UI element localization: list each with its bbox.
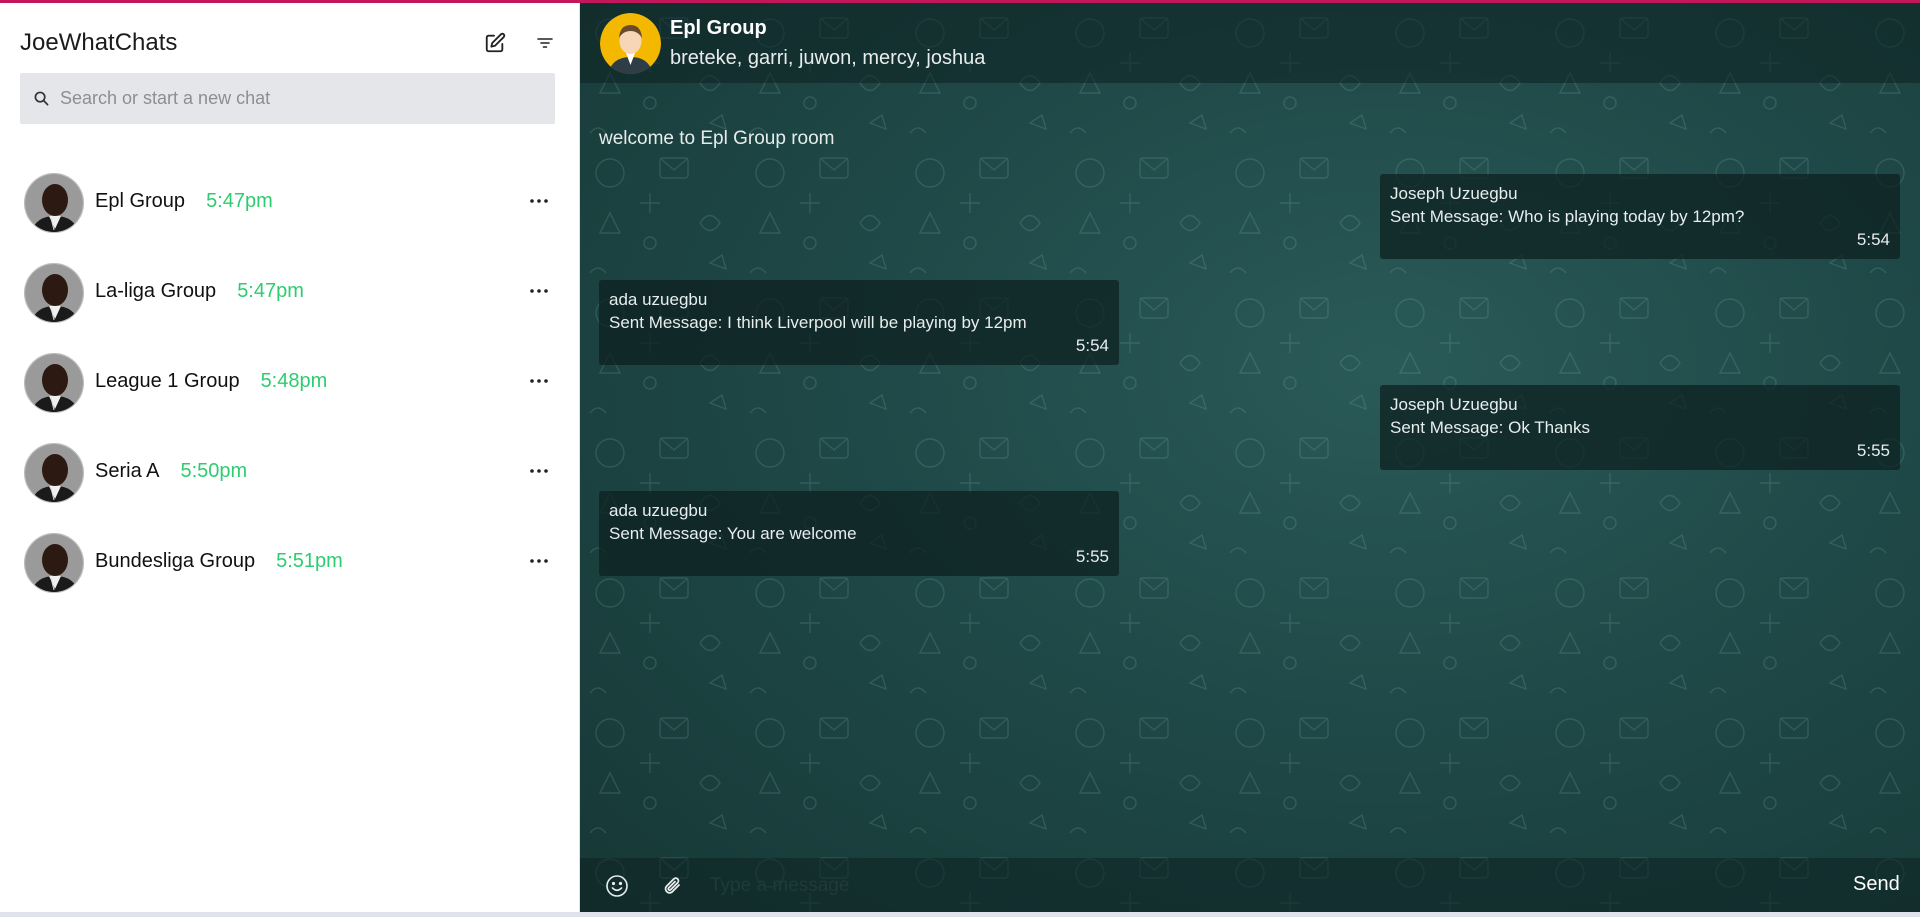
- chat-time: 5:51pm: [276, 550, 343, 572]
- more-options-icon[interactable]: [526, 281, 552, 301]
- sidebar: JoeWhatChats Search or start a new chat …: [0, 3, 580, 912]
- message-sender: Joseph Uzuegbu: [1390, 395, 1518, 414]
- more-options-icon[interactable]: [526, 551, 552, 571]
- more-options-icon[interactable]: [526, 461, 552, 481]
- avatar: [24, 533, 84, 593]
- message-text: Sent Message: You are welcome: [609, 524, 857, 543]
- message-text: Sent Message: Ok Thanks: [1390, 418, 1591, 437]
- message-sender: Joseph Uzuegbu: [1390, 184, 1518, 203]
- message-time: 5:55: [1075, 547, 1109, 566]
- chat-item-seria-a[interactable]: Seria A 5:50pm: [0, 431, 579, 521]
- chat-time: 5:50pm: [180, 460, 248, 482]
- search-bar[interactable]: [20, 73, 555, 124]
- chat-panel: Epl Group breteke, garri, juwon, mercy, …: [580, 3, 1920, 912]
- chat-item-la-liga-group[interactable]: La-liga Group 5:47pm: [0, 251, 579, 341]
- search-icon: [32, 90, 50, 108]
- search-input[interactable]: [60, 88, 540, 109]
- message-sender: ada uzuegbu: [609, 290, 708, 309]
- message-input[interactable]: [710, 872, 1710, 900]
- chat-item-bundesliga-group[interactable]: Bundesliga Group 5:51pm: [0, 521, 579, 611]
- chat-name: Seria A: [95, 460, 160, 482]
- message-time: 5:54: [1075, 336, 1109, 355]
- chat-name: Bundesliga Group: [95, 550, 256, 572]
- avatar: [24, 353, 84, 413]
- chat-name: La-liga Group: [95, 280, 217, 302]
- message-text: Sent Message: Who is playing today by 12…: [1390, 207, 1745, 226]
- app-title: JoeWhatChats: [20, 29, 178, 56]
- send-button[interactable]: Send: [1853, 873, 1900, 896]
- message-composer: Send: [580, 858, 1920, 912]
- edit-icon[interactable]: [481, 29, 509, 57]
- chat-title: Epl Group: [670, 17, 767, 39]
- avatar: [24, 263, 84, 323]
- filter-icon[interactable]: [531, 29, 559, 57]
- chat-item-league-1-group[interactable]: League 1 Group 5:48pm: [0, 341, 579, 431]
- chat-time: 5:48pm: [260, 370, 328, 392]
- attach-icon[interactable]: [663, 875, 683, 897]
- more-options-icon[interactable]: [526, 191, 552, 211]
- message-sender: ada uzuegbu: [609, 501, 708, 520]
- emoji-icon[interactable]: [605, 874, 629, 898]
- message-text: Sent Message: I think Liverpool will be …: [609, 313, 1027, 332]
- bottom-border: [0, 912, 1920, 917]
- chat-name: Epl Group: [95, 190, 186, 212]
- message-bubble: ada uzuegbu Sent Message: You are welcom…: [599, 491, 1119, 576]
- chat-time: 5:47pm: [206, 190, 273, 212]
- group-avatar[interactable]: [600, 13, 661, 74]
- message-time: 5:54: [1856, 230, 1890, 249]
- message-bubble: Joseph Uzuegbu Sent Message: Ok Thanks 5…: [1380, 385, 1900, 470]
- message-bubble: ada uzuegbu Sent Message: I think Liverp…: [599, 280, 1119, 365]
- chat-header: Epl Group breteke, garri, juwon, mercy, …: [580, 3, 1920, 83]
- message-time: 5:55: [1856, 441, 1890, 460]
- avatar: [24, 173, 84, 233]
- welcome-text: welcome to Epl Group room: [599, 128, 835, 149]
- avatar: [24, 443, 84, 503]
- more-options-icon[interactable]: [526, 371, 552, 391]
- top-accent-bar: [0, 0, 1920, 3]
- chat-members: breteke, garri, juwon, mercy, joshua: [670, 47, 986, 69]
- chat-item-epl-group[interactable]: Epl Group 5:47pm: [0, 161, 579, 251]
- message-bubble: Joseph Uzuegbu Sent Message: Who is play…: [1380, 174, 1900, 259]
- chat-time: 5:47pm: [237, 280, 304, 302]
- chat-name: League 1 Group: [95, 370, 240, 392]
